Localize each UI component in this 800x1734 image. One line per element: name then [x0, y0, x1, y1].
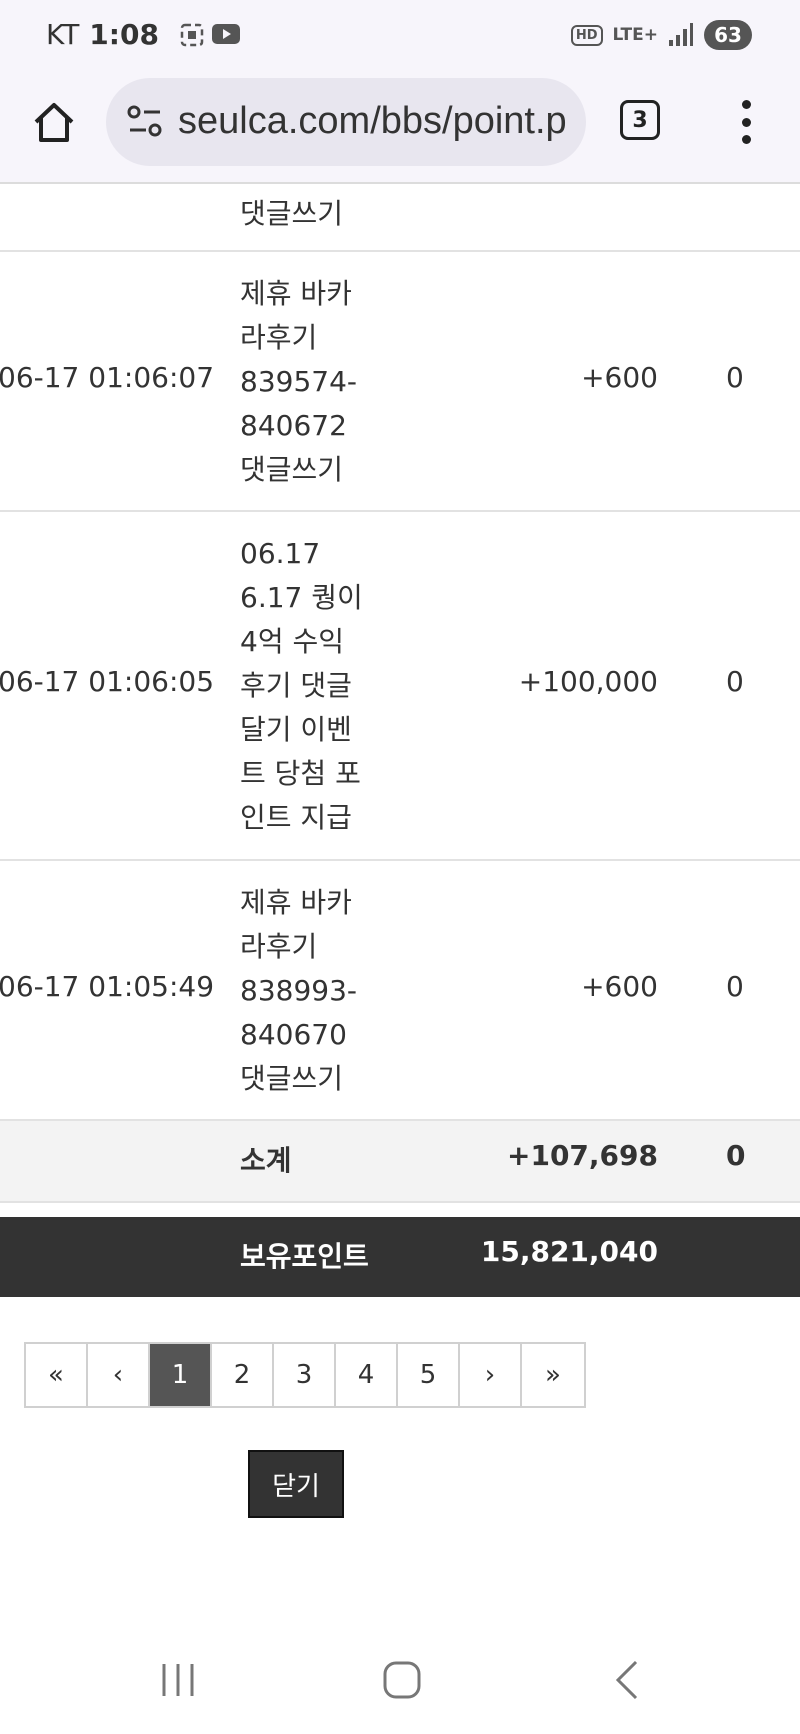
recent-apps-icon[interactable]: [160, 1658, 196, 1702]
last-page-button[interactable]: »: [522, 1344, 584, 1406]
pagination: « ‹ 1 2 3 4 5 › »: [24, 1342, 586, 1408]
content-line: 댓글쓰기: [240, 453, 344, 486]
content-line: 댓글쓰기: [240, 197, 344, 230]
page-3-button[interactable]: 3: [274, 1344, 336, 1406]
content-line: 트 당첨 포: [240, 757, 361, 790]
tab-switcher-button[interactable]: 3: [620, 100, 660, 140]
row-point: +600: [581, 361, 658, 394]
content-line: 840670: [240, 1018, 347, 1051]
subtotal-point: +107,698: [507, 1139, 658, 1172]
content-line: 6.17 퀑이: [240, 581, 363, 614]
content-line: 라후기: [240, 321, 318, 354]
content-line: 제휴 바카: [240, 886, 352, 919]
status-right: HD LTE+ 63: [570, 20, 752, 50]
subtotal-use: 0: [726, 1139, 746, 1172]
row-point: +100,000: [518, 665, 658, 698]
carrier: KT: [46, 18, 80, 51]
network-type: LTE+: [612, 25, 658, 45]
page-4-button[interactable]: 4: [336, 1344, 398, 1406]
first-page-button[interactable]: «: [26, 1344, 88, 1406]
content-line: 후기 댓글: [240, 669, 352, 702]
more-menu-icon[interactable]: [734, 100, 758, 144]
row-point: +600: [581, 970, 658, 1003]
row-date: 06-17 01:05:49: [0, 970, 215, 1003]
status-left: KT 1:08: [46, 18, 241, 51]
total-row: 보유포인트 15,821,040: [0, 1217, 800, 1297]
row-use: 0: [726, 665, 744, 698]
table-row: 06-17 01:05:49 제휴 바카 라후기 838993- 840670 …: [0, 861, 800, 1121]
page-1-button[interactable]: 1: [150, 1344, 212, 1406]
point-history: 댓글쓰기 06-17 01:06:07 제휴 바카 라후기 839574- 84…: [0, 186, 800, 1686]
content-line: 달기 이벤: [240, 713, 352, 746]
content-line: 제휴 바카: [240, 277, 352, 310]
youtube-icon: [211, 23, 240, 44]
content-line: 댓글쓰기: [240, 1062, 344, 1095]
content-line: 라후기: [240, 930, 318, 963]
row-content: 댓글쓰기: [240, 192, 370, 236]
subtotal-row: 소계 +107,698 0: [0, 1121, 800, 1203]
total-label: 보유포인트: [240, 1240, 369, 1273]
row-content: 제휴 바카 라후기 838993- 840670 댓글쓰기: [240, 881, 370, 1101]
battery-indicator: 63: [704, 20, 752, 50]
browser-toolbar: seulca.com/bbs/point.p 3: [0, 72, 800, 184]
url-text: seulca.com/bbs/point.p: [178, 100, 567, 142]
signal-icon: [669, 23, 693, 46]
total-point: 15,821,040: [480, 1235, 658, 1268]
table-row: 06-17 01:06:07 제휴 바카 라후기 839574- 840672 …: [0, 252, 800, 512]
page-5-button[interactable]: 5: [398, 1344, 460, 1406]
subtotal-label: 소계: [240, 1144, 292, 1177]
screenshot-icon: [180, 23, 204, 46]
page-2-button[interactable]: 2: [212, 1344, 274, 1406]
row-use: 0: [726, 361, 744, 394]
back-icon[interactable]: [612, 1658, 642, 1702]
table-row: 댓글쓰기: [0, 172, 800, 252]
content-line: 840672: [240, 409, 347, 442]
hd-voice-icon: HD: [570, 24, 603, 46]
prev-page-button[interactable]: ‹: [88, 1344, 150, 1406]
content-line: 4억 수익: [240, 625, 344, 658]
notification-icons: [179, 22, 241, 48]
content-line: 838993-: [240, 974, 357, 1007]
row-content: 06.17 6.17 퀑이 4억 수익 후기 댓글 달기 이벤 트 당첨 포 인…: [240, 532, 370, 840]
table-row: 06-17 01:06:05 06.17 6.17 퀑이 4억 수익 후기 댓글…: [0, 512, 800, 861]
close-button[interactable]: 닫기: [248, 1450, 344, 1518]
status-bar: KT 1:08 HD LTE+ 63: [0, 0, 800, 72]
system-nav-bar: [0, 1630, 800, 1734]
site-info-icon[interactable]: [126, 104, 164, 140]
content-line: 839574-: [240, 365, 357, 398]
address-bar[interactable]: seulca.com/bbs/point.p: [106, 78, 586, 166]
row-date: 06-17 01:06:07: [0, 361, 215, 394]
row-date: 06-17 01:06:05: [0, 665, 215, 698]
home-icon[interactable]: [30, 98, 78, 146]
row-content: 제휴 바카 라후기 839574- 840672 댓글쓰기: [240, 272, 370, 492]
row-use: 0: [726, 970, 744, 1003]
content-line: 06.17: [240, 537, 321, 570]
next-page-button[interactable]: ›: [460, 1344, 522, 1406]
home-nav-icon[interactable]: [382, 1658, 422, 1702]
clock: 1:08: [89, 18, 159, 51]
content-line: 인트 지급: [240, 801, 352, 834]
